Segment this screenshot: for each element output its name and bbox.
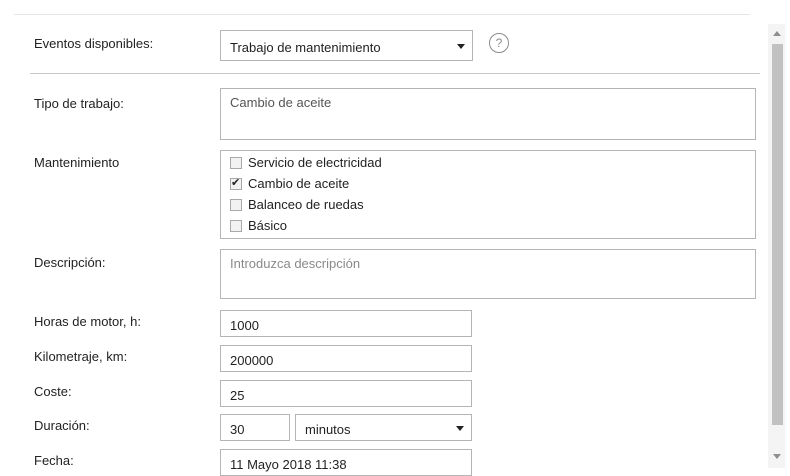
- scroll-down-icon[interactable]: [773, 454, 781, 459]
- checkbox[interactable]: [230, 157, 242, 169]
- vertical-scrollbar[interactable]: [768, 24, 785, 468]
- top-divider: [14, 14, 750, 15]
- work-type-label: Tipo de trabajo:: [34, 96, 124, 111]
- events-selected-value: Trabajo de mantenimiento: [230, 40, 381, 55]
- engine-hours-value: 1000: [230, 318, 259, 333]
- chevron-down-icon: [457, 44, 465, 49]
- description-field[interactable]: Introduzca descripción: [220, 249, 756, 299]
- maintenance-checklist: Servicio de electricidad Cambio de aceit…: [220, 150, 756, 239]
- cost-input[interactable]: 25: [220, 380, 472, 407]
- maintenance-option-label: Servicio de electricidad: [248, 155, 382, 170]
- maintenance-option-label: Cambio de aceite: [248, 176, 350, 191]
- maintenance-option-label: Básico: [248, 218, 288, 233]
- maintenance-label: Mantenimiento: [34, 155, 120, 170]
- checkbox[interactable]: [230, 220, 242, 232]
- description-label: Descripción:: [34, 255, 106, 270]
- maintenance-option-label: Balanceo de ruedas: [248, 197, 364, 212]
- checkbox[interactable]: [230, 199, 242, 211]
- checkmark-icon[interactable]: [230, 176, 242, 190]
- event-form: Eventos disponibles: Trabajo de mantenim…: [0, 0, 768, 476]
- date-input[interactable]: 11 Mayo 2018 11:38: [220, 449, 472, 476]
- scroll-up-icon[interactable]: [773, 31, 781, 36]
- cost-label: Coste:: [34, 384, 72, 399]
- date-value: 11 Mayo 2018 11:38: [230, 457, 347, 472]
- cost-value: 25: [230, 388, 245, 403]
- chevron-down-icon: [456, 426, 464, 431]
- work-type-value: Cambio de aceite: [230, 95, 332, 110]
- duration-label: Duración:: [34, 418, 90, 433]
- section-divider: [30, 73, 760, 74]
- mileage-label: Kilometraje, km:: [34, 349, 128, 364]
- help-icon[interactable]: ?: [489, 33, 509, 53]
- date-label: Fecha:: [34, 453, 74, 468]
- duration-input[interactable]: 30: [220, 414, 290, 441]
- mileage-value: 200000: [230, 353, 274, 368]
- scrollbar-thumb[interactable]: [772, 44, 783, 425]
- mileage-input[interactable]: 200000: [220, 345, 472, 372]
- engine-hours-input[interactable]: 1000: [220, 310, 472, 337]
- engine-hours-label: Horas de motor, h:: [34, 314, 141, 329]
- work-type-field[interactable]: Cambio de aceite: [220, 88, 756, 140]
- description-placeholder: Introduzca descripción: [230, 256, 361, 271]
- duration-value: 30: [230, 422, 245, 437]
- duration-unit-select[interactable]: minutos: [295, 414, 472, 441]
- duration-unit-value: minutos: [305, 422, 351, 437]
- events-label: Eventos disponibles:: [34, 36, 154, 51]
- events-select[interactable]: Trabajo de mantenimiento: [220, 30, 473, 61]
